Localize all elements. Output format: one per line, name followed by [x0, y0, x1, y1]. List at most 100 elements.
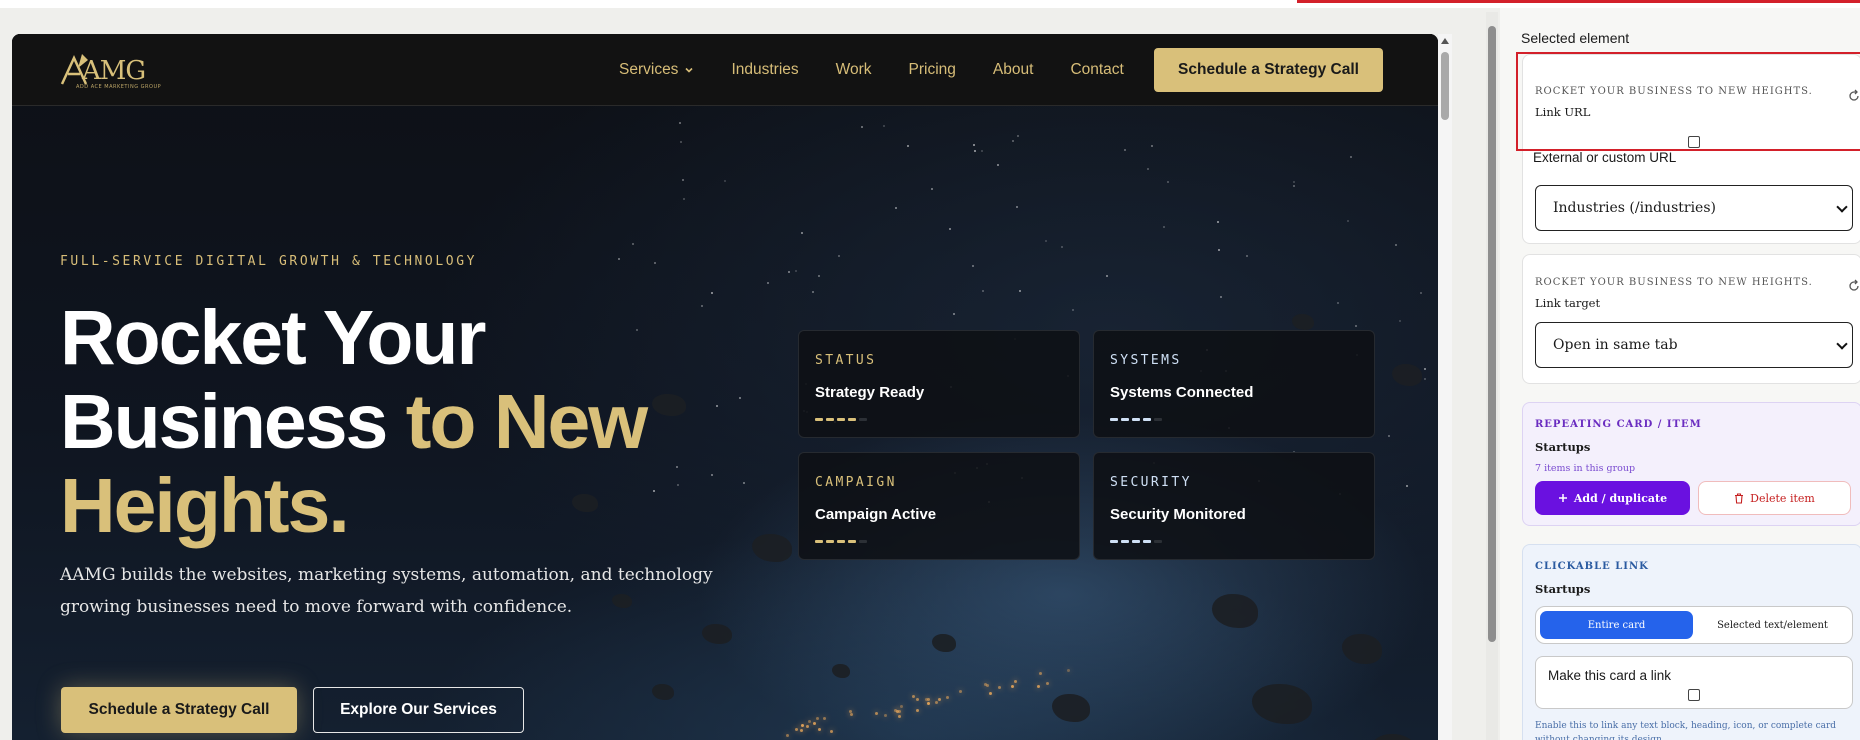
hero-secondary-cta[interactable]: Explore Our Services	[313, 687, 524, 733]
star-dot	[1015, 205, 1018, 208]
nav-industries[interactable]: Industries	[731, 61, 798, 79]
clickable-name: Startups	[1535, 582, 1591, 596]
stat-label: SECURITY	[1110, 475, 1192, 490]
progress-dash	[1121, 418, 1129, 421]
star-dot	[1346, 219, 1349, 222]
repeating-caption: REPEATING CARD / ITEM	[1535, 419, 1702, 430]
star-dot	[948, 227, 951, 230]
card-caption: ROCKET YOUR BUSINESS TO NEW HEIGHTS.	[1535, 277, 1813, 288]
progress-dash	[1132, 418, 1140, 421]
card-label: Link target	[1535, 296, 1601, 310]
progress-dash	[837, 418, 845, 421]
star-dot	[817, 274, 820, 277]
stat-progress	[1110, 540, 1162, 543]
progress-dash	[1110, 540, 1118, 543]
star-dot	[930, 187, 933, 190]
stat-label: CAMPAIGN	[815, 475, 897, 490]
progress-dash	[1154, 540, 1162, 543]
make-card-link-label: Make this card a link	[1548, 668, 1672, 683]
segment-selected-element[interactable]: Selected text/element	[1696, 611, 1849, 639]
scroll-up-icon[interactable]	[1441, 38, 1449, 44]
hero-primary-cta[interactable]: Schedule a Strategy Call	[61, 687, 297, 733]
preview-scrollbar[interactable]	[1438, 34, 1452, 740]
clickable-help-text: Enable this to link any text block, head…	[1535, 721, 1837, 740]
city-light	[927, 701, 931, 705]
link-url-select[interactable]: Industries (/industries)	[1535, 185, 1853, 231]
make-card-link-checkbox[interactable]	[1688, 689, 1700, 701]
hero-heading[interactable]: Rocket Your Business to New Heights.	[60, 296, 780, 548]
site-preview: AMG ADD ACE MARKETING GROUP Services Ind…	[12, 34, 1438, 740]
progress-dash	[826, 540, 834, 543]
progress-dash	[859, 540, 867, 543]
panel-title: Selected element	[1521, 30, 1630, 46]
stat-progress	[815, 418, 867, 421]
hero-eyebrow: FULL-SERVICE DIGITAL GROWTH & TECHNOLOGY	[60, 254, 478, 269]
delete-item-button[interactable]: Delete item	[1698, 481, 1851, 515]
star-dot	[1044, 239, 1047, 242]
plus-icon	[1558, 494, 1567, 502]
panel-scroll-thumb[interactable]	[1488, 26, 1496, 642]
city-light	[937, 698, 941, 702]
city-light	[1010, 685, 1014, 689]
reset-icon[interactable]	[1847, 279, 1860, 293]
link-target-select[interactable]: Open in same tab	[1535, 322, 1853, 368]
add-duplicate-button[interactable]: Add / duplicate	[1535, 481, 1690, 515]
city-light	[807, 719, 811, 723]
clickable-caption: CLICKABLE LINK	[1535, 561, 1649, 572]
stat-value: Security Monitored	[1110, 506, 1246, 523]
site-logo[interactable]: AMG ADD ACE MARKETING GROUP	[60, 50, 180, 90]
star-dot	[1406, 484, 1409, 487]
stat-progress	[815, 540, 867, 543]
star-dot	[1216, 220, 1219, 223]
asteroid	[832, 664, 850, 678]
segment-entire-card[interactable]: Entire card	[1540, 611, 1693, 639]
hero-heading-line2: Business to New	[60, 380, 780, 464]
progress-dash	[848, 418, 856, 421]
asteroid	[932, 634, 956, 652]
star-dot	[952, 313, 955, 316]
header-cta-button[interactable]: Schedule a Strategy Call	[1154, 48, 1383, 92]
star-dot	[1017, 134, 1020, 137]
star-dot	[973, 149, 976, 152]
star-dot	[996, 164, 999, 167]
nav-pricing[interactable]: Pricing	[909, 61, 956, 79]
star-dot	[1060, 246, 1063, 249]
progress-dash	[826, 418, 834, 421]
city-light	[823, 716, 827, 720]
selection-highlight	[1516, 52, 1860, 151]
site-header: AMG ADD ACE MARKETING GROUP Services Ind…	[12, 34, 1438, 106]
nav-services[interactable]: Services	[619, 61, 694, 79]
progress-dash	[1154, 418, 1162, 421]
progress-dash	[859, 418, 867, 421]
nav-work[interactable]: Work	[836, 61, 872, 79]
star-dot	[906, 144, 909, 147]
city-light	[1067, 668, 1071, 672]
star-dot	[682, 198, 685, 201]
star-dot	[1387, 435, 1390, 438]
make-card-link-field: Make this card a link	[1535, 656, 1853, 709]
asteroid	[1292, 314, 1314, 330]
progress-dash	[1132, 540, 1140, 543]
panel-scrollbar[interactable]	[1486, 12, 1498, 740]
city-light	[785, 734, 789, 738]
selection-edge	[1297, 0, 1860, 3]
hero-heading-line1: Rocket Your	[60, 295, 486, 381]
repeating-item-card: REPEATING CARD / ITEM Startups 7 items i…	[1522, 402, 1860, 526]
stat-value: Systems Connected	[1110, 384, 1254, 401]
stat-progress	[1110, 418, 1162, 421]
nav-contact[interactable]: Contact	[1070, 61, 1123, 79]
delete-item-label: Delete item	[1750, 491, 1815, 505]
trash-icon	[1735, 492, 1744, 504]
stat-card-campaign: CAMPAIGN Campaign Active	[798, 452, 1080, 560]
star-dot	[1245, 254, 1248, 257]
star-dot	[711, 291, 714, 294]
preview-scroll-thumb[interactable]	[1441, 52, 1449, 120]
stat-label: SYSTEMS	[1110, 353, 1182, 368]
progress-dash	[815, 540, 823, 543]
nav-about[interactable]: About	[993, 61, 1034, 79]
progress-dash	[1121, 540, 1129, 543]
stat-card-status: STATUS Strategy Ready	[798, 330, 1080, 438]
add-duplicate-label: Add / duplicate	[1573, 491, 1668, 505]
star-dot	[1123, 148, 1126, 151]
star-dot	[1018, 289, 1021, 292]
